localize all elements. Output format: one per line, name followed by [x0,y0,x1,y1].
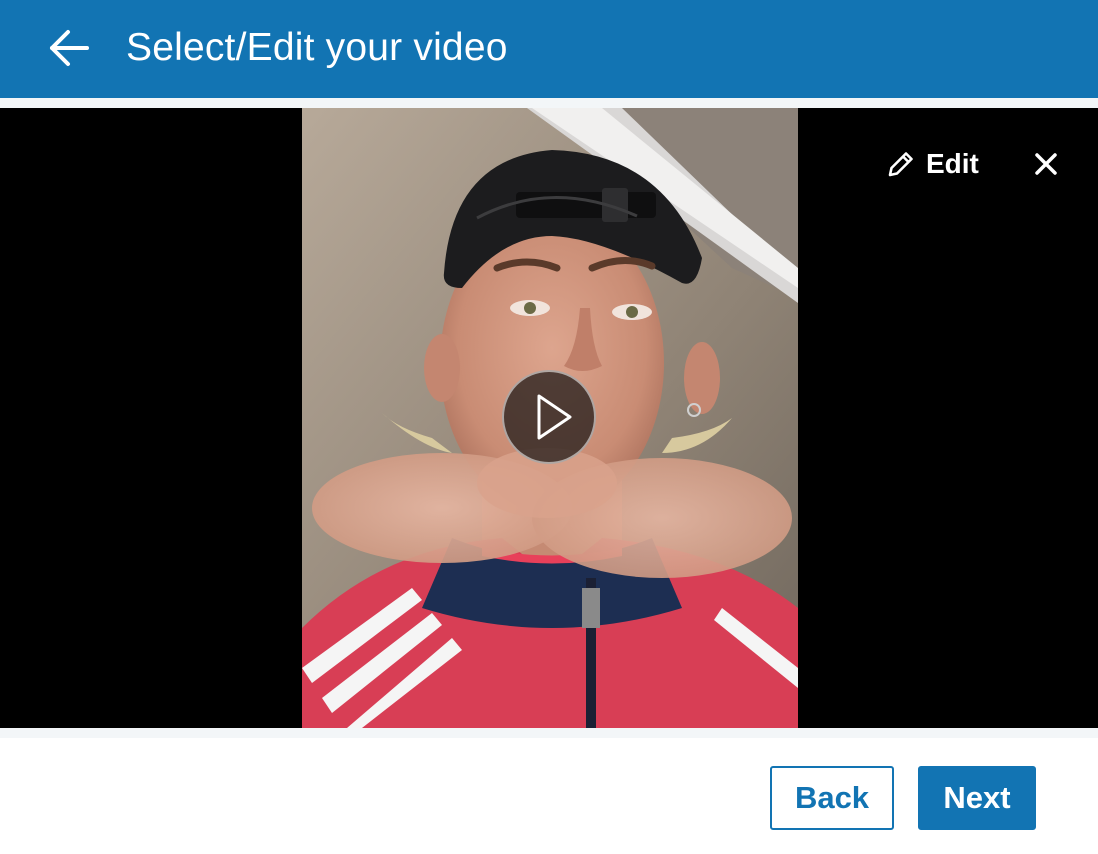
divider [0,98,1098,108]
pencil-icon [888,152,913,177]
edit-label: Edit [926,148,979,179]
next-button[interactable]: Next [918,766,1036,830]
arrow-left-icon[interactable] [48,28,90,68]
video-player: Edit [0,108,1098,728]
play-button[interactable] [502,370,596,464]
page-header: Select/Edit your video [0,0,1098,98]
divider [0,728,1098,738]
play-icon [537,394,572,440]
page-title: Select/Edit your video [126,26,508,69]
edit-button[interactable]: Edit [886,146,979,182]
back-button[interactable]: Back [770,766,894,830]
close-icon[interactable] [1032,150,1060,178]
footer-actions: Back Next [0,738,1098,854]
